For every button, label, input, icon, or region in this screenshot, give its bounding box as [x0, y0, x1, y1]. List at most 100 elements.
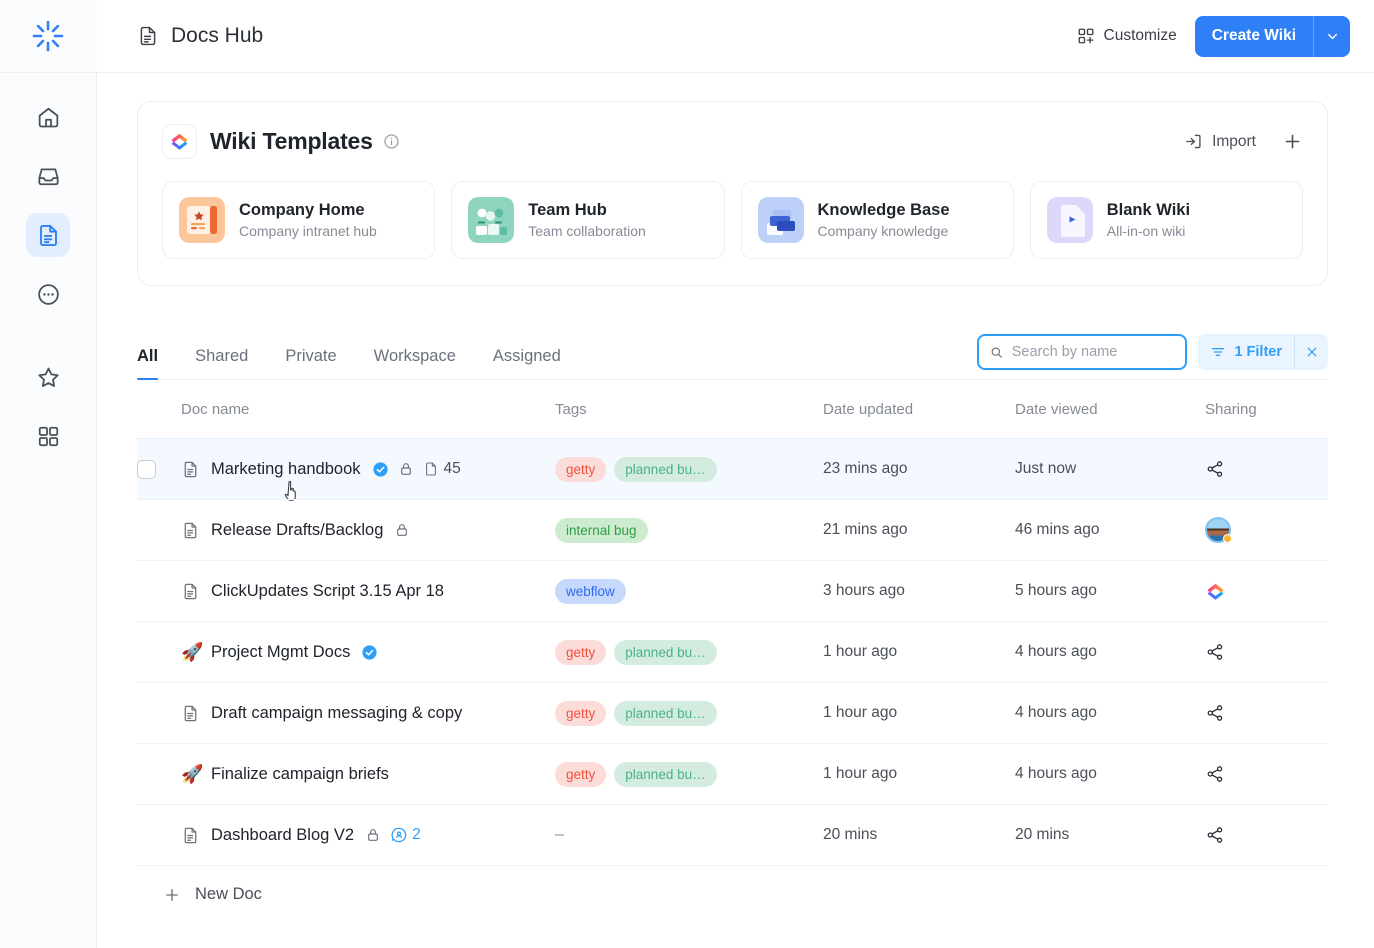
row-tag[interactable]: getty	[555, 761, 607, 787]
row-sharing-cell[interactable]	[1205, 703, 1328, 723]
table-row[interactable]: Draft campaign messaging & copy getty pl…	[137, 682, 1328, 743]
template-card-company-home[interactable]: Company Home Company intranet hub	[162, 181, 436, 259]
row-doc-title[interactable]: Project Mgmt Docs	[211, 643, 350, 662]
table-row[interactable]: Dashboard Blog V2 2 – 20 mins 20 mins	[137, 804, 1328, 865]
row-doc-name-cell: ClickUpdates Script 3.15 Apr 18	[181, 582, 555, 601]
tab-workspace[interactable]: Workspace	[374, 347, 456, 379]
sidebar-item-home[interactable]	[26, 95, 70, 139]
sidebar-item-inbox[interactable]	[26, 154, 70, 198]
template-card-knowledge-base[interactable]: Knowledge Base Company knowledge	[740, 181, 1014, 259]
template-card-desc: Company knowledge	[817, 223, 949, 239]
filter-chip-label-wrap[interactable]: 1 Filter	[1198, 344, 1294, 360]
sidebar-item-more[interactable]	[26, 272, 70, 316]
import-label: Import	[1212, 132, 1256, 150]
template-card-blank-wiki[interactable]: Blank Wiki All-in-on wiki	[1029, 181, 1303, 259]
row-doc-name-cell: Marketing handbook 45	[181, 460, 555, 479]
row-sharing-cell[interactable]	[1205, 581, 1328, 602]
avatar[interactable]	[1205, 517, 1232, 543]
row-meta-icons: 2	[365, 826, 421, 844]
inbox-icon	[37, 168, 59, 185]
row-date-updated: 20 mins	[823, 826, 878, 843]
docs-icon	[39, 224, 57, 246]
add-template-button[interactable]	[1282, 131, 1303, 152]
row-mentions[interactable]: 2	[390, 826, 421, 844]
tab-all[interactable]: All	[137, 347, 159, 380]
row-sharing-cell[interactable]	[1205, 517, 1328, 543]
row-tag[interactable]: getty	[555, 456, 607, 482]
team-hub-thumb-icon	[468, 197, 515, 243]
wiki-templates-title: Wiki Templates	[210, 128, 373, 154]
template-card-text: Company Home Company intranet hub	[239, 201, 377, 239]
create-wiki-button[interactable]: Create Wiki	[1194, 15, 1350, 57]
row-sharing-cell[interactable]	[1205, 642, 1328, 662]
document-icon	[181, 826, 211, 845]
template-card-team-hub[interactable]: Team Hub Team collaboration	[451, 181, 725, 259]
row-doc-title[interactable]: Draft campaign messaging & copy	[211, 704, 462, 723]
row-date-viewed: 20 mins	[1015, 826, 1070, 843]
table-header-row: Doc name Tags Date updated Date viewed S…	[137, 380, 1328, 438]
chevron-down-icon	[1327, 33, 1337, 39]
info-circle-button[interactable]	[383, 133, 400, 150]
table-row[interactable]: Marketing handbook 45 getty planned bu… …	[137, 438, 1328, 501]
tab-shared[interactable]: Shared	[195, 347, 248, 379]
close-icon	[1307, 347, 1316, 357]
row-sharing-cell[interactable]	[1205, 764, 1328, 784]
row-tags-cell: webflow	[555, 578, 823, 604]
app-logo[interactable]	[0, 0, 97, 73]
row-tag[interactable]: planned bu…	[614, 456, 717, 482]
template-card-name: Team Hub	[528, 201, 607, 219]
create-wiki-dropdown[interactable]	[1313, 15, 1350, 57]
search-box[interactable]	[977, 334, 1188, 370]
verified-badge-icon	[362, 644, 377, 660]
row-date-updated: 1 hour ago	[823, 643, 898, 660]
table-row[interactable]: 🚀 Finalize campaign briefs getty planned…	[137, 743, 1328, 804]
row-page-count-value: 45	[443, 460, 461, 477]
create-wiki-label: Create Wiki	[1211, 27, 1296, 44]
row-tags-cell: getty planned bu…	[555, 456, 823, 482]
share-icon	[1207, 827, 1223, 843]
row-date-updated: 1 hour ago	[823, 765, 898, 782]
row-tag[interactable]: planned bu…	[614, 700, 717, 726]
new-doc-button[interactable]: New Doc	[137, 865, 1328, 923]
table-row[interactable]: 🚀 Project Mgmt Docs getty planned bu… 1 …	[137, 621, 1328, 682]
row-doc-title[interactable]: Finalize campaign briefs	[211, 765, 389, 784]
grid-apps-icon	[38, 426, 58, 446]
row-date-viewed: Just now	[1015, 460, 1077, 477]
row-doc-title[interactable]: Release Drafts/Backlog	[211, 521, 383, 540]
row-tag[interactable]: getty	[555, 700, 607, 726]
import-button[interactable]: Import	[1184, 132, 1256, 151]
lock-icon	[397, 524, 408, 536]
row-doc-title[interactable]: ClickUpdates Script 3.15 Apr 18	[211, 582, 444, 601]
row-tag[interactable]: webflow	[555, 578, 626, 604]
template-card-text: Knowledge Base Company knowledge	[818, 201, 950, 239]
row-sharing-cell[interactable]	[1205, 459, 1328, 479]
header-sharing: Sharing	[1205, 400, 1257, 418]
row-tag[interactable]: getty	[555, 639, 607, 665]
row-meta-icons	[394, 522, 410, 538]
table-row[interactable]: Release Drafts/Backlog internal bug 21 m…	[137, 499, 1328, 560]
search-input[interactable]	[1011, 344, 1175, 360]
search-icon	[992, 346, 1003, 358]
row-mentions-count: 2	[412, 826, 421, 843]
filter-chip[interactable]: 1 Filter	[1198, 334, 1328, 370]
row-doc-title[interactable]: Dashboard Blog V2	[211, 826, 354, 845]
info-circle-icon	[384, 134, 399, 149]
sidebar-item-favorites[interactable]	[26, 355, 70, 399]
new-doc-label: New Doc	[195, 885, 262, 903]
sidebar-item-docs[interactable]	[26, 213, 70, 257]
row-doc-title[interactable]: Marketing handbook	[211, 460, 361, 479]
clickup-logo-icon	[1207, 583, 1224, 600]
topbar-actions: Customize Create Wiki	[1077, 15, 1350, 57]
row-tag[interactable]: planned bu…	[614, 639, 717, 665]
row-sharing-cell[interactable]	[1205, 825, 1328, 845]
tab-private[interactable]: Private	[285, 347, 336, 379]
row-tag[interactable]: planned bu…	[614, 761, 717, 787]
table-row[interactable]: ClickUpdates Script 3.15 Apr 18 webflow …	[137, 560, 1328, 621]
sidebar-item-apps[interactable]	[26, 414, 70, 458]
template-card-text: Team Hub Team collaboration	[528, 201, 646, 239]
customize-button[interactable]: Customize	[1077, 27, 1177, 45]
row-tag[interactable]: internal bug	[555, 517, 648, 543]
clear-filter-button[interactable]	[1294, 334, 1328, 370]
row-checkbox[interactable]	[137, 459, 156, 479]
tab-assigned[interactable]: Assigned	[493, 347, 561, 379]
